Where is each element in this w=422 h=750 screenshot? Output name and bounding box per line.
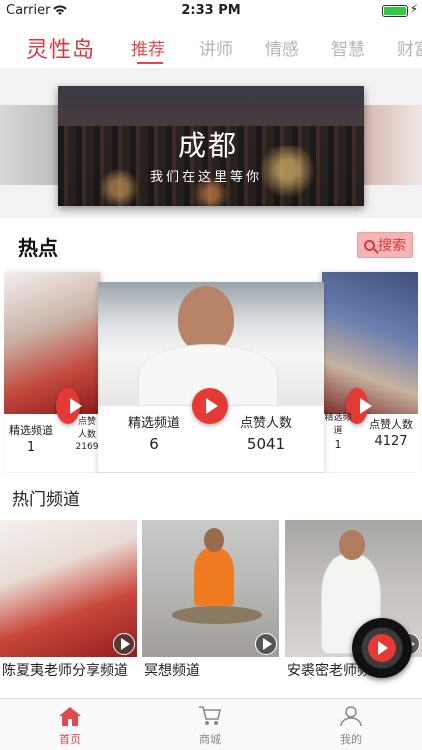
- play-icon[interactable]: [255, 633, 277, 655]
- home-icon: [59, 707, 81, 726]
- play-icon[interactable]: [113, 633, 135, 655]
- hot-card-photo: [322, 272, 418, 414]
- tab-recommend[interactable]: 推荐: [131, 35, 165, 60]
- banner-next-slide[interactable]: [363, 105, 422, 185]
- floating-player-button[interactable]: [352, 618, 412, 678]
- hot-section: 热点 搜索 精选频道 1 点赞人数 2169 精选频道 1 点赞人数 4127: [0, 218, 422, 473]
- featured-channel-label: 精选频道: [127, 416, 180, 431]
- play-icon[interactable]: [192, 388, 228, 424]
- channel-name: 陈夏夷老师分享频道: [2, 663, 128, 679]
- active-tab-indicator: [137, 62, 163, 64]
- banner-title: 成都: [178, 129, 239, 162]
- featured-channel-label: 精选频道: [324, 413, 352, 436]
- app-logo: 灵性岛: [26, 38, 96, 63]
- featured-channel-label: 精选频道: [9, 424, 53, 437]
- hot-card[interactable]: 精选频道 1 点赞人数 4127: [322, 272, 418, 472]
- clock: 2:33 PM: [181, 3, 241, 18]
- tab-lecturer[interactable]: 讲师: [199, 35, 233, 60]
- hot-card[interactable]: 精选频道 1 点赞人数 2169: [4, 272, 100, 472]
- featured-channel-count: 6: [149, 435, 159, 453]
- banner-carousel[interactable]: 成都 我们在这里等你: [0, 68, 422, 218]
- search-icon: [364, 239, 375, 251]
- tab-home[interactable]: 首页: [30, 705, 110, 747]
- channel-item[interactable]: 陈夏夷老师分享频道: [0, 520, 137, 679]
- channel-thumbnail: [0, 520, 137, 657]
- tab-mall-label: 商城: [199, 733, 221, 746]
- hot-channels-title: 热门频道: [12, 490, 80, 510]
- channel-name: 冥想频道: [144, 663, 200, 679]
- search-button[interactable]: 搜索: [357, 232, 413, 258]
- featured-channel-count: 1: [26, 440, 36, 455]
- tab-wisdom[interactable]: 智慧: [331, 35, 365, 60]
- tab-home-label: 首页: [59, 733, 81, 746]
- banner-prev-slide[interactable]: [0, 105, 60, 185]
- channel-item[interactable]: 冥想频道: [142, 520, 279, 679]
- tab-emotion[interactable]: 情感: [265, 35, 299, 60]
- bottom-tab-bar: 首页 商城 我的: [0, 698, 422, 750]
- banner-current-slide[interactable]: 成都 我们在这里等你: [58, 86, 364, 206]
- tab-wealth[interactable]: 财富: [397, 35, 422, 60]
- play-icon: [368, 634, 396, 662]
- hot-card-photo: [4, 272, 100, 414]
- banner-slogan: 我们在这里等你: [150, 170, 263, 185]
- likes-count: 2169: [75, 442, 99, 452]
- top-navigation: 灵性岛 推荐 讲师 情感 智慧 财富: [0, 22, 422, 68]
- tab-profile-label: 我的: [340, 733, 362, 746]
- channel-thumbnail: [142, 520, 279, 657]
- likes-count: 4127: [374, 434, 408, 449]
- hot-section-title: 热点: [18, 236, 58, 260]
- tab-mall[interactable]: 商城: [170, 705, 250, 747]
- likes-label: 点赞人数: [239, 416, 292, 431]
- likes-count: 5041: [246, 435, 286, 453]
- likes-label: 点赞人数: [77, 417, 96, 440]
- cart-icon: [199, 706, 221, 725]
- featured-channel-count: 1: [334, 438, 342, 451]
- status-bar: Carrier 2:33 PM ⚡: [0, 0, 422, 22]
- hot-card-featured[interactable]: 精选频道 6 点赞人数 5041: [98, 282, 324, 472]
- tab-profile[interactable]: 我的: [311, 705, 391, 747]
- battery-icon: [382, 5, 408, 17]
- charging-icon: ⚡: [409, 2, 418, 16]
- search-button-label: 搜索: [378, 238, 406, 254]
- likes-label: 点赞人数: [369, 418, 413, 431]
- user-icon: [340, 706, 362, 727]
